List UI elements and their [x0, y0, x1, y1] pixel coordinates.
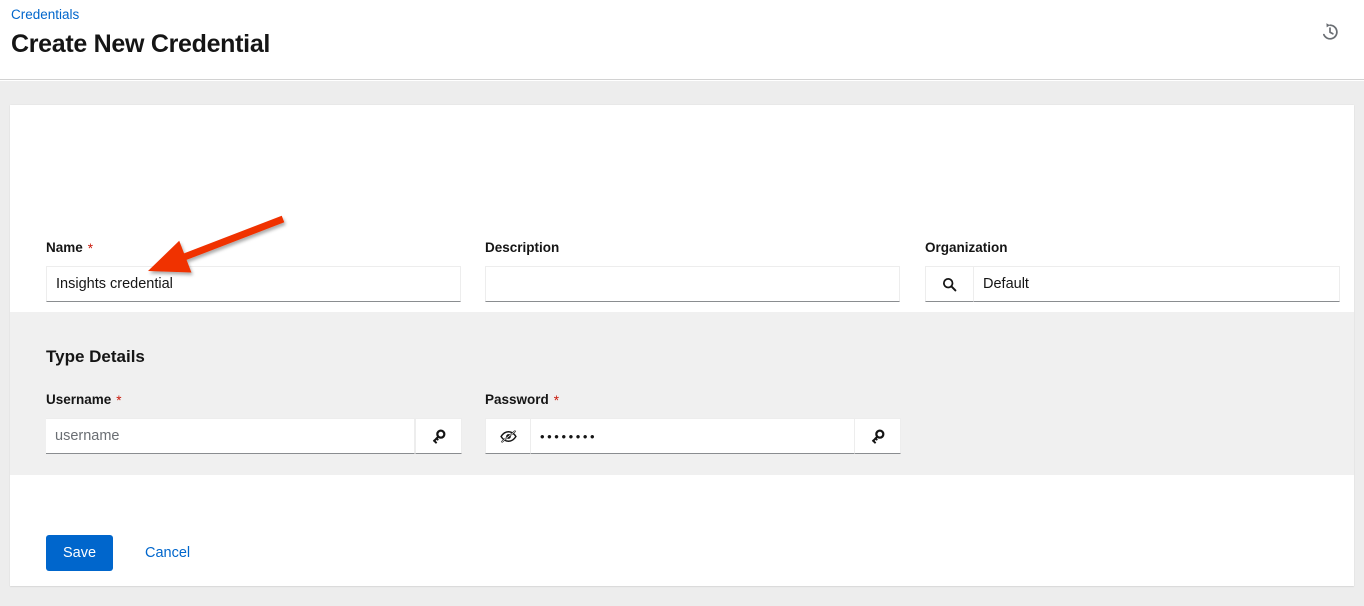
field-password-label-text: Password [485, 392, 549, 407]
field-organization-label: Organization [925, 240, 1013, 255]
history-icon [1320, 22, 1340, 42]
key-icon [869, 428, 886, 445]
username-input[interactable] [46, 418, 415, 454]
field-name-required-star: * [88, 241, 93, 256]
field-password-required-star: * [554, 393, 559, 408]
field-description: Description [485, 239, 900, 302]
field-name: Name * [46, 239, 461, 302]
history-icon-button[interactable] [1316, 18, 1344, 46]
eye-slash-icon [499, 427, 518, 446]
type-details-section: Type Details Username * [10, 312, 1354, 475]
password-visibility-toggle-button[interactable] [485, 418, 531, 454]
field-password-label: Password * [485, 392, 559, 407]
field-name-label-text: Name [46, 240, 83, 255]
field-organization-label-text: Organization [925, 240, 1008, 255]
search-icon [942, 277, 957, 292]
type-details-title: Type Details [46, 346, 145, 368]
cancel-button[interactable]: Cancel [134, 535, 201, 571]
key-icon [430, 428, 447, 445]
page-title: Create New Credential [11, 28, 270, 60]
password-input-group [485, 418, 901, 454]
field-username: Username * [46, 391, 462, 454]
credential-form-card: Name * Description Organization [10, 105, 1354, 586]
organization-input[interactable] [974, 266, 1340, 302]
password-input[interactable] [531, 418, 854, 454]
field-username-label-text: Username [46, 392, 111, 407]
save-button[interactable]: Save [46, 535, 113, 571]
field-organization: Organization [925, 239, 1340, 302]
field-password: Password * [485, 391, 901, 454]
breadcrumb-credentials[interactable]: Credentials [11, 7, 79, 23]
username-prompt-on-launch-button[interactable] [415, 418, 462, 454]
organization-search-button[interactable] [925, 266, 974, 302]
field-username-label: Username * [46, 392, 122, 407]
name-input[interactable] [46, 266, 461, 302]
password-prompt-on-launch-button[interactable] [854, 418, 901, 454]
field-description-label: Description [485, 240, 564, 255]
form-top-section: Name * Description Organization [10, 105, 1354, 312]
field-description-label-text: Description [485, 240, 559, 255]
organization-input-group [925, 266, 1340, 302]
field-name-label: Name * [46, 240, 93, 255]
field-username-required-star: * [116, 393, 121, 408]
form-footer: Save Cancel [10, 475, 1354, 586]
description-input[interactable] [485, 266, 900, 302]
username-input-group [46, 418, 462, 454]
page-header: Credentials Create New Credential [0, 0, 1364, 80]
